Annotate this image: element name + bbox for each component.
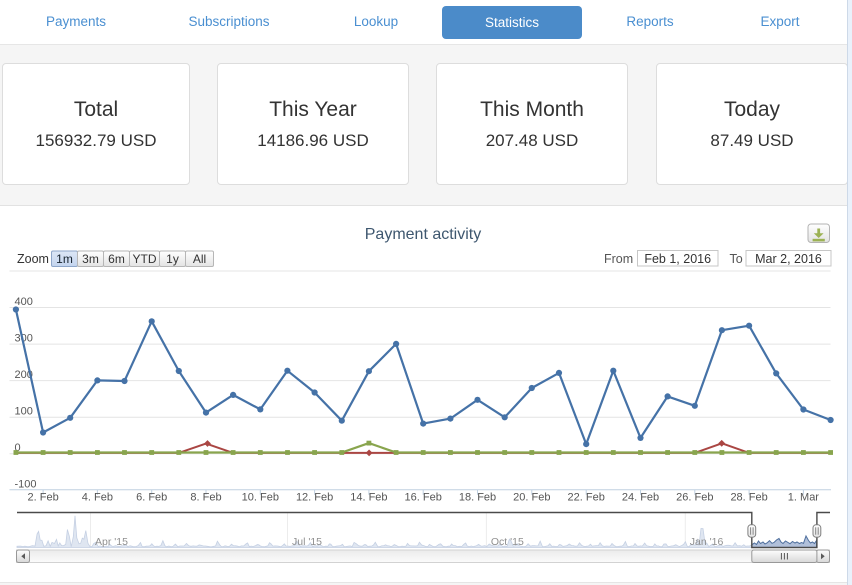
svg-text:6. Feb: 6. Feb [136,492,167,504]
svg-text:-100: -100 [15,478,37,490]
svg-text:2. Feb: 2. Feb [28,492,59,504]
svg-text:Oct '15: Oct '15 [491,536,524,548]
svg-text:400: 400 [15,296,33,308]
svg-text:YTD: YTD [133,252,157,266]
svg-text:12. Feb: 12. Feb [296,492,333,504]
svg-text:From: From [604,252,633,266]
svg-text:Mar 2, 2016: Mar 2, 2016 [755,252,822,266]
svg-text:To: To [730,252,743,266]
svg-text:100: 100 [15,406,33,418]
svg-text:1y: 1y [166,252,179,266]
svg-text:Payment activity: Payment activity [365,226,481,243]
svg-text:1. Mar: 1. Mar [788,492,820,504]
svg-text:8. Feb: 8. Feb [190,492,221,504]
svg-text:3m: 3m [82,252,99,266]
svg-text:18. Feb: 18. Feb [459,492,496,504]
svg-text:Apr '15: Apr '15 [95,536,128,548]
svg-text:28. Feb: 28. Feb [730,492,767,504]
svg-text:1m: 1m [56,252,73,266]
svg-text:26. Feb: 26. Feb [676,492,713,504]
svg-text:Jan '16: Jan '16 [690,536,724,548]
svg-text:16. Feb: 16. Feb [405,492,442,504]
svg-text:20. Feb: 20. Feb [513,492,550,504]
svg-text:14. Feb: 14. Feb [350,492,387,504]
svg-text:6m: 6m [108,252,125,266]
svg-text:All: All [193,252,206,266]
svg-text:Zoom: Zoom [17,252,49,266]
svg-text:Feb 1, 2016: Feb 1, 2016 [644,252,711,266]
svg-text:10. Feb: 10. Feb [242,492,279,504]
svg-text:4. Feb: 4. Feb [82,492,113,504]
svg-text:Jul '15: Jul '15 [292,536,322,548]
svg-text:24. Feb: 24. Feb [622,492,659,504]
svg-text:22. Feb: 22. Feb [568,492,605,504]
